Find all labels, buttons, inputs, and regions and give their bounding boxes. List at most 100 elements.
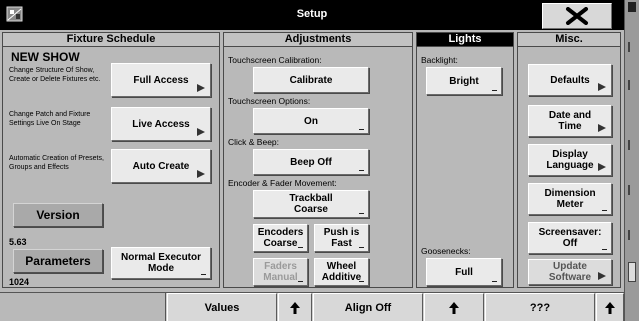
dropdown-indicator-icon [298, 281, 303, 282]
adjustments-header: Adjustments [224, 33, 412, 47]
push-button[interactable]: Push is Fast [314, 224, 369, 252]
arrow-right-icon [598, 163, 606, 171]
dropdown-indicator-icon [359, 129, 364, 130]
strip-icon [628, 2, 636, 12]
title-bar: Setup [0, 0, 624, 30]
parameters-button[interactable]: Parameters [13, 249, 103, 273]
close-button[interactable] [542, 3, 612, 29]
date-time-button[interactable]: Date and Time [528, 105, 612, 137]
strip-marker [628, 230, 636, 240]
faders-button[interactable]: Faders Manual [253, 258, 308, 286]
click-beep-label: Click & Beep: [228, 137, 280, 147]
backlight-label: Backlight: [421, 55, 458, 65]
calibrate-button[interactable]: Calibrate [253, 67, 369, 93]
misc-panel: Misc. Defaults Date and Time Display Lan… [517, 32, 621, 288]
parameters-value: 1024 [9, 277, 30, 287]
arrow-right-icon [197, 170, 205, 178]
arrow-right-icon [197, 84, 205, 92]
touch-options-button[interactable]: On [253, 108, 369, 134]
lights-panel: Lights Backlight: Bright Goosenecks: Ful… [416, 32, 514, 288]
auto-create-button[interactable]: Auto Create [111, 149, 211, 183]
version-value: 5.63 [9, 237, 27, 247]
version-button[interactable]: Version [13, 203, 103, 227]
dropdown-indicator-icon [492, 281, 497, 282]
arrow-right-icon [598, 272, 606, 280]
goosenecks-value: Full [455, 266, 473, 278]
touch-calibration-label: Touchscreen Calibration: [228, 55, 322, 65]
dropdown-indicator-icon [359, 247, 364, 248]
auto-create-description: Automatic Creation of Presets, Groups an… [9, 155, 104, 171]
update-software-button[interactable]: Update Software [528, 259, 612, 285]
date-time-label: Date and Time [548, 110, 592, 132]
question-arrow-button[interactable] [596, 293, 624, 321]
fixture-schedule-panel: Fixture Schedule NEW SHOW Change Structu… [2, 32, 220, 288]
strip-marker [628, 42, 636, 52]
goosenecks-button[interactable]: Full [426, 258, 502, 286]
arrow-right-icon [197, 128, 205, 136]
misc-header: Misc. [518, 33, 620, 47]
full-access-label: Full Access [133, 74, 189, 86]
dimension-meter-label: Dimension Meter [544, 188, 596, 210]
setup-window: Setup Fixture Schedule NEW SHOW Change S… [0, 0, 639, 321]
executor-mode-label: Normal Executor Mode [120, 252, 202, 274]
wheel-label: Wheel Additive [321, 261, 362, 283]
right-side-strip[interactable] [624, 0, 639, 321]
values-arrow-button[interactable] [278, 293, 312, 321]
dimension-meter-button[interactable]: Dimension Meter [528, 183, 612, 215]
backlight-button[interactable]: Bright [426, 67, 502, 95]
touch-options-value: On [304, 115, 318, 127]
goosenecks-label: Goosenecks: [421, 246, 471, 256]
update-software-label: Update Software [548, 261, 592, 283]
fixture-schedule-header: Fixture Schedule [3, 33, 219, 47]
full-access-description: Change Structure Of Show, Create or Dele… [9, 67, 101, 83]
dropdown-indicator-icon [201, 274, 206, 275]
arrow-up-icon [605, 301, 615, 314]
encoders-button[interactable]: Encoders Coarse [253, 224, 308, 252]
window-title: Setup [296, 8, 328, 20]
adjustments-panel: Adjustments Touchscreen Calibration: Cal… [223, 32, 413, 288]
dropdown-indicator-icon [359, 281, 364, 282]
arrow-right-icon [598, 124, 606, 132]
strip-marker [628, 80, 636, 90]
align-off-button[interactable]: Align Off [313, 293, 423, 321]
wheel-button[interactable]: Wheel Additive [314, 258, 369, 286]
dropdown-indicator-icon [492, 90, 497, 91]
live-access-label: Live Access [132, 118, 190, 130]
screensaver-label: Screensaver: Off [538, 227, 602, 249]
bottom-bar-spacer [0, 293, 166, 321]
question-button[interactable]: ??? [485, 293, 595, 321]
dropdown-indicator-icon [298, 247, 303, 248]
live-access-button[interactable]: Live Access [111, 107, 211, 141]
arrow-up-icon [449, 301, 459, 314]
encoder-movement-label: Encoder & Fader Movement: [228, 178, 337, 188]
auto-create-label: Auto Create [132, 160, 190, 172]
dropdown-indicator-icon [602, 249, 607, 250]
defaults-button[interactable]: Defaults [528, 64, 612, 96]
full-access-button[interactable]: Full Access [111, 63, 211, 97]
lights-header: Lights [417, 33, 513, 47]
push-label: Push is Fast [323, 227, 360, 249]
strip-device-icon [628, 262, 636, 282]
align-arrow-button[interactable] [424, 293, 484, 321]
defaults-label: Defaults [550, 74, 590, 86]
trackball-label: Trackball Coarse [289, 193, 333, 215]
touch-options-label: Touchscreen Options: [228, 96, 311, 106]
dropdown-indicator-icon [602, 210, 607, 211]
faders-label: Faders Manual [263, 261, 298, 283]
screensaver-button[interactable]: Screensaver: Off [528, 222, 612, 254]
display-language-label: Display Language [546, 149, 594, 171]
strip-marker [628, 140, 636, 150]
show-name: NEW SHOW [11, 50, 80, 64]
display-language-button[interactable]: Display Language [528, 144, 612, 176]
values-button[interactable]: Values [167, 293, 277, 321]
beep-value: Beep Off [290, 156, 332, 168]
trackball-button[interactable]: Trackball Coarse [253, 190, 369, 218]
encoders-label: Encoders Coarse [257, 227, 304, 249]
arrow-up-icon [290, 301, 300, 314]
executor-mode-button[interactable]: Normal Executor Mode [111, 247, 211, 279]
arrow-right-icon [598, 83, 606, 91]
beep-button[interactable]: Beep Off [253, 149, 369, 175]
live-access-description: Change Patch and Fixture Settings Live O… [9, 111, 91, 127]
dropdown-indicator-icon [359, 170, 364, 171]
close-x-icon [566, 7, 588, 25]
